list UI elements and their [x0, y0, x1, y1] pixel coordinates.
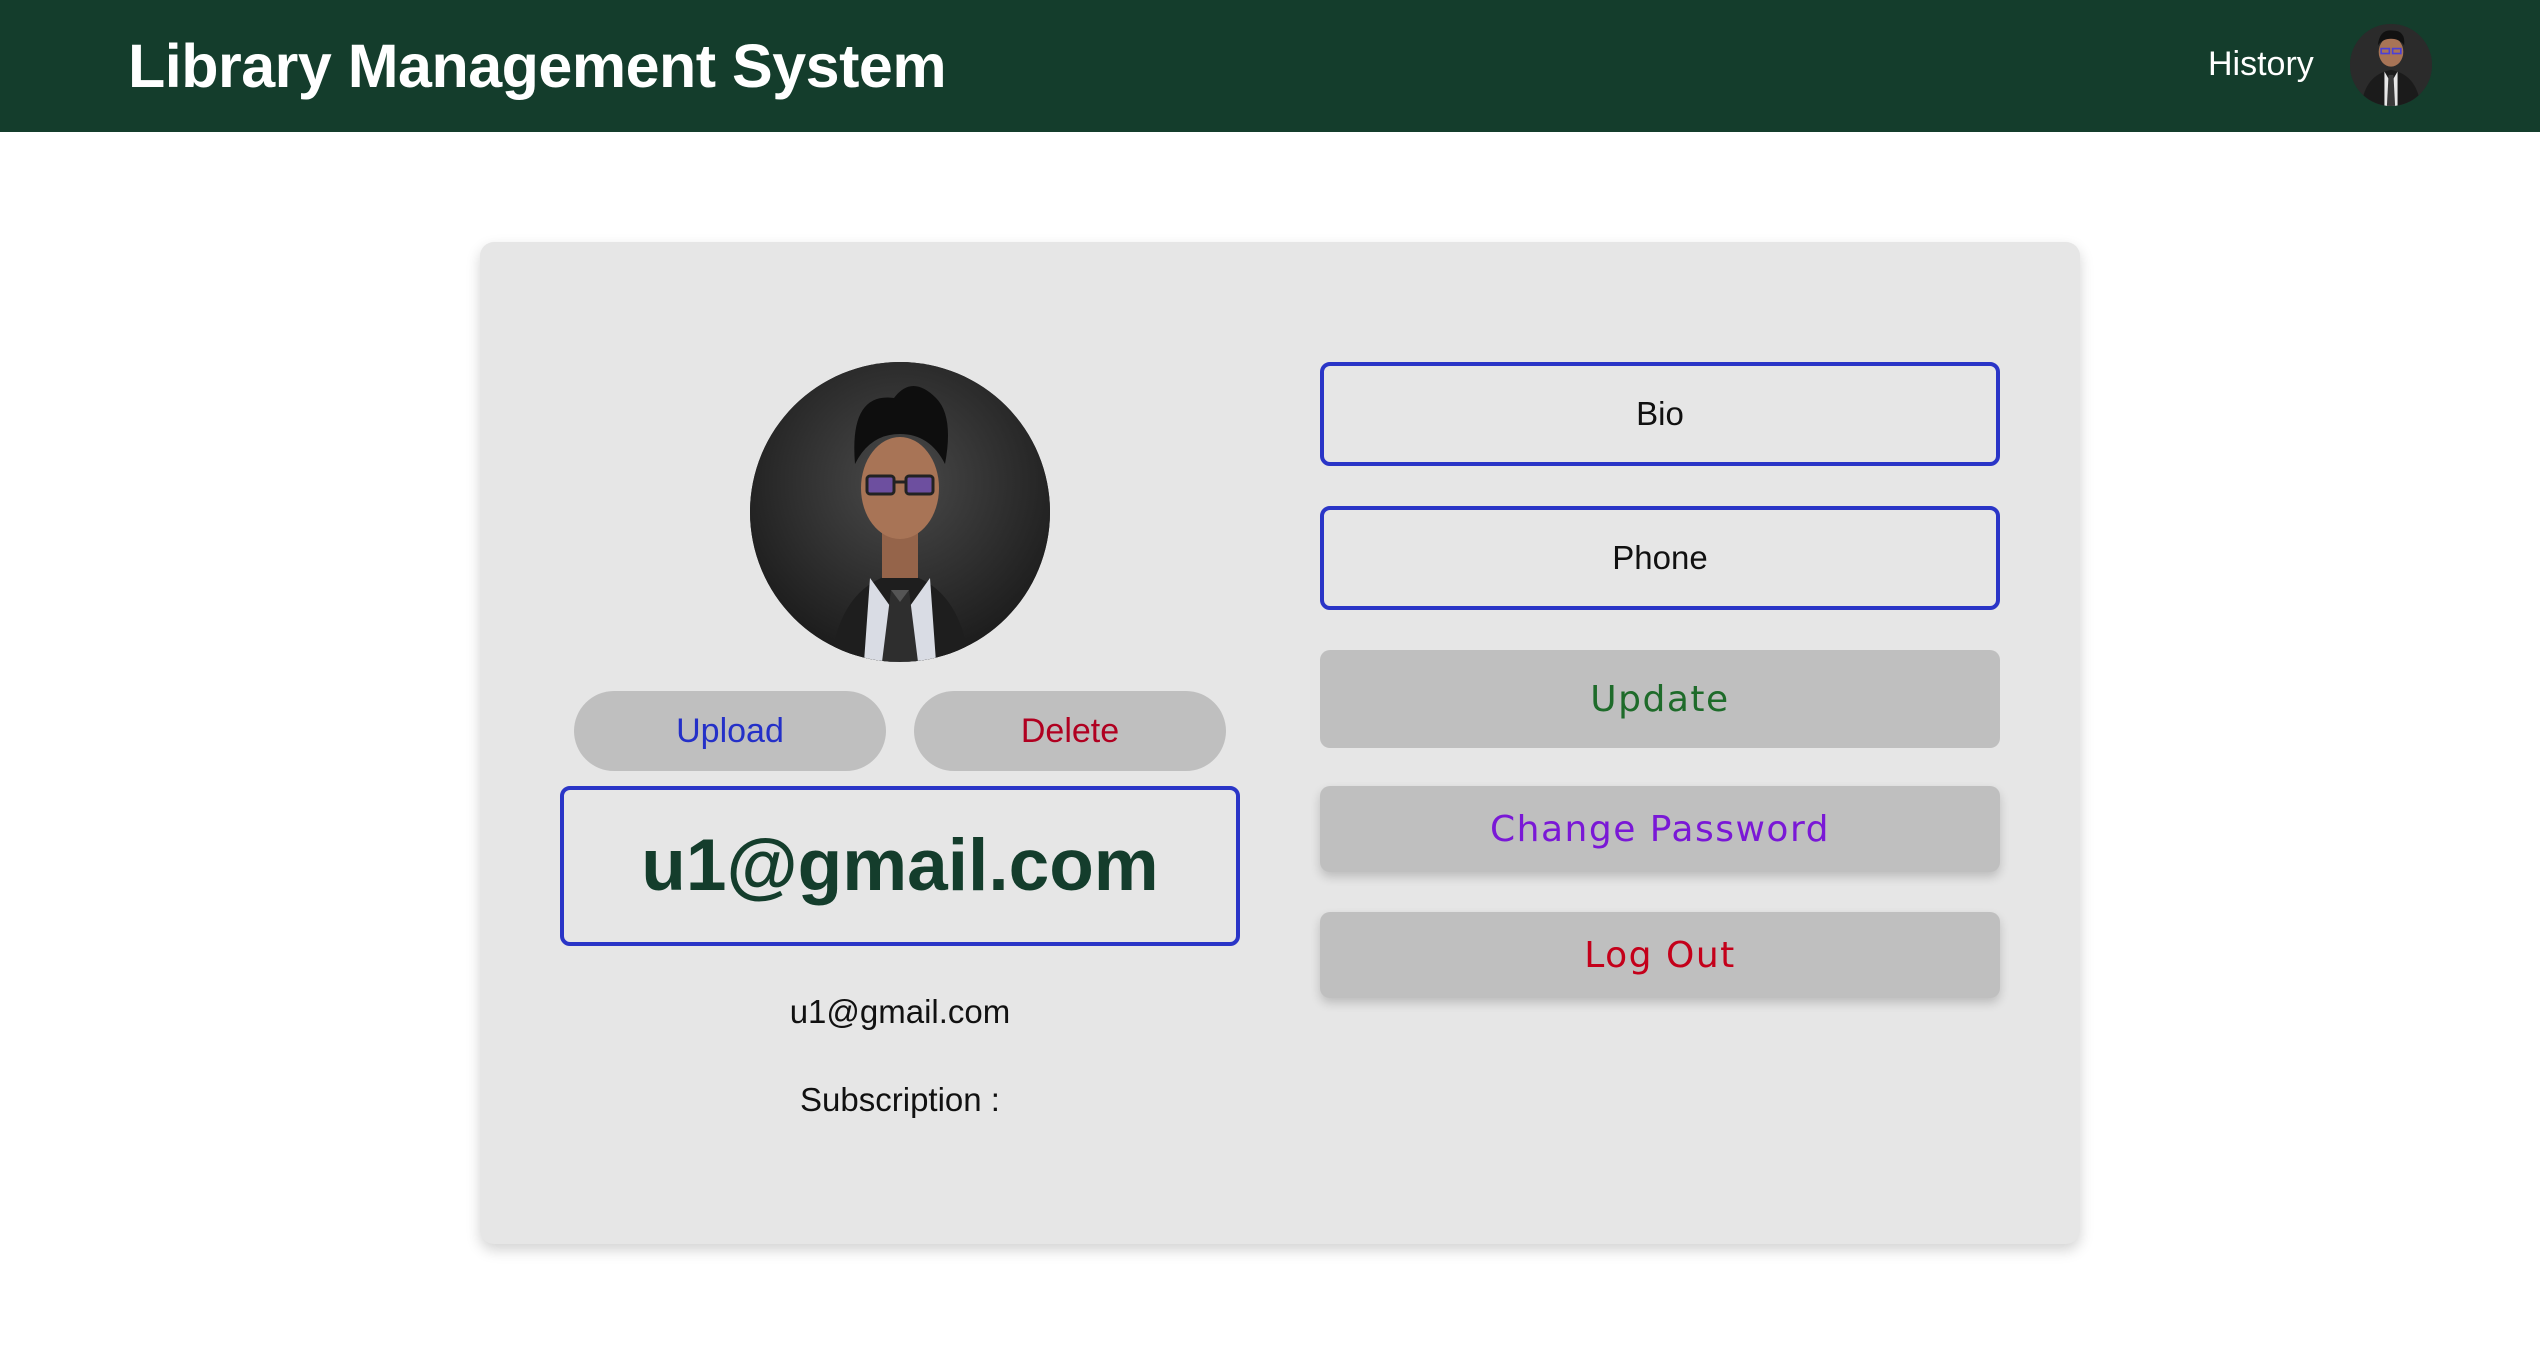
- delete-photo-button[interactable]: Delete: [914, 691, 1226, 771]
- logout-button[interactable]: Log Out: [1320, 912, 2000, 998]
- subscription-label: Subscription :: [800, 1081, 1000, 1118]
- display-name-box: u1@gmail.com: [560, 786, 1240, 946]
- nav-link-history[interactable]: History: [2208, 42, 2314, 86]
- profile-card: Upload Delete u1@gmail.com u1@gmail.com …: [480, 242, 2080, 1244]
- bio-input[interactable]: [1320, 362, 2000, 466]
- update-button[interactable]: Update: [1320, 650, 2000, 748]
- user-email: u1@gmail.com: [789, 993, 1011, 1030]
- user-avatar-icon[interactable]: [2350, 24, 2432, 106]
- profile-portrait-graphic: [750, 362, 1050, 662]
- subscription-row: Subscription :: [560, 1078, 1240, 1122]
- change-password-button[interactable]: Change Password: [1320, 786, 2000, 872]
- phone-input[interactable]: [1320, 506, 2000, 610]
- upload-photo-button[interactable]: Upload: [574, 691, 886, 771]
- top-navbar: Library Management System History: [0, 0, 2540, 132]
- profile-photo-icon: [750, 362, 1050, 662]
- app-title: Library Management System: [128, 32, 947, 100]
- avatar-portrait-graphic: [2350, 24, 2432, 106]
